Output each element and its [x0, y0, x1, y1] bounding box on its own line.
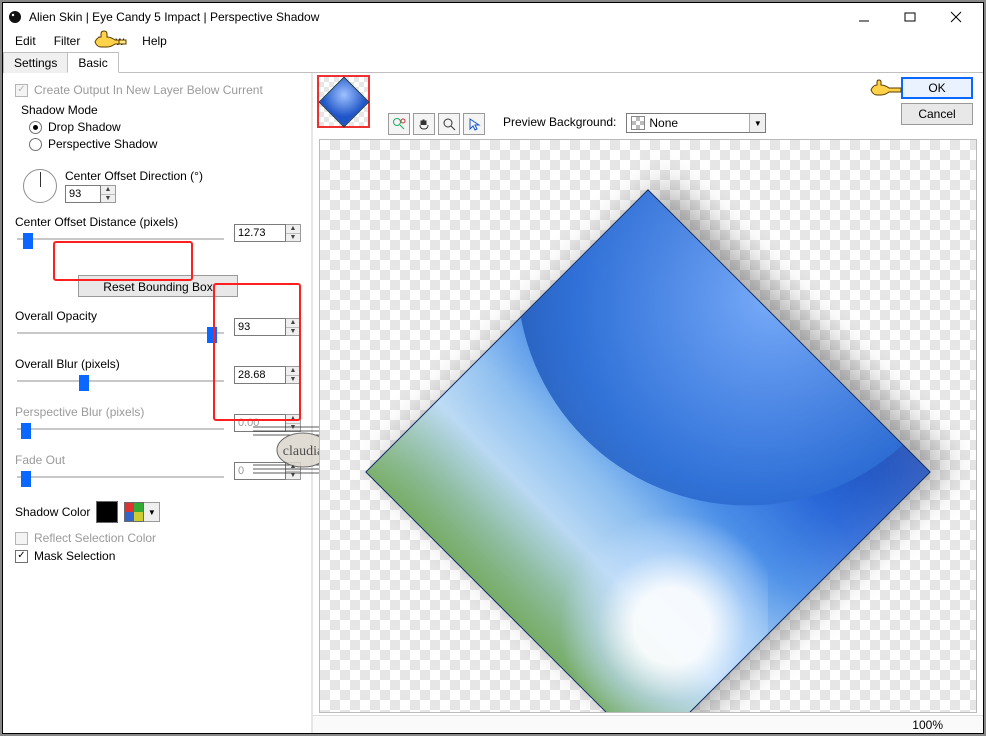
close-button[interactable]	[933, 4, 979, 30]
overall-blur-slider[interactable]	[17, 375, 224, 387]
fade-out-spinner: ▲▼	[286, 462, 301, 480]
radio-perspective-shadow[interactable]	[29, 138, 42, 151]
center-offset-distance-spinner[interactable]: ▲▼	[286, 224, 301, 242]
fade-out-slider	[17, 471, 224, 483]
center-offset-distance-slider[interactable]	[17, 233, 224, 245]
shadow-mode-label: Shadow Mode	[21, 103, 301, 117]
basic-panel: Create Output In New Layer Below Current…	[3, 73, 311, 733]
center-offset-distance-label: Center Offset Distance (pixels)	[15, 215, 226, 229]
shadow-color-swatch[interactable]	[96, 501, 118, 523]
menu-edit[interactable]: Edit	[7, 32, 44, 50]
preview-background-select[interactable]: None ▼	[626, 113, 766, 133]
zoom-level: 100%	[912, 718, 943, 732]
app-window: Alien Skin | Eye Candy 5 Impact | Perspe…	[2, 2, 984, 734]
preview-background-value: None	[649, 116, 749, 130]
fade-out-label: Fade Out	[15, 453, 226, 467]
highlight-values	[213, 283, 301, 421]
shadow-color-dropdown[interactable]: ▼	[144, 502, 160, 522]
menubar: Edit Filter View Help	[3, 31, 983, 51]
preview-background-label: Preview Background:	[503, 115, 616, 129]
preview-canvas[interactable]	[319, 139, 977, 713]
shadow-color-palette[interactable]	[124, 502, 144, 522]
statusbar: 100%	[313, 715, 983, 733]
cancel-button[interactable]: Cancel	[901, 103, 973, 125]
reflect-selection-label: Reflect Selection Color	[34, 531, 156, 545]
titlebar: Alien Skin | Eye Candy 5 Impact | Perspe…	[3, 3, 983, 31]
perspective-blur-label: Perspective Blur (pixels)	[15, 405, 226, 419]
mask-selection-label: Mask Selection	[34, 549, 115, 563]
pointer-hand-icon	[869, 79, 903, 101]
preview-thumbnail[interactable]	[317, 75, 370, 128]
center-offset-direction-dial[interactable]	[23, 169, 57, 203]
center-offset-direction-label: Center Offset Direction (°)	[65, 169, 203, 183]
transparency-icon	[631, 116, 645, 130]
center-offset-direction-spinner[interactable]: ▲▼	[101, 185, 116, 203]
overall-blur-label: Overall Blur (pixels)	[15, 357, 226, 371]
app-icon	[7, 9, 23, 25]
window-title: Alien Skin | Eye Candy 5 Impact | Perspe…	[29, 10, 841, 24]
tab-basic[interactable]: Basic	[67, 52, 118, 73]
create-output-checkbox	[15, 84, 28, 97]
overall-opacity-label: Overall Opacity	[15, 309, 226, 323]
hand-tool-icon[interactable]	[413, 113, 435, 135]
ok-button[interactable]: OK	[901, 77, 973, 99]
menu-filter[interactable]: Filter	[46, 32, 89, 50]
chevron-down-icon: ▼	[749, 114, 765, 132]
pointer-tool-icon[interactable]	[463, 113, 485, 135]
zoom-tool-icon[interactable]	[438, 113, 460, 135]
create-output-label: Create Output In New Layer Below Current	[34, 83, 263, 97]
highlight-direction	[53, 241, 193, 281]
center-offset-distance-input[interactable]	[234, 224, 286, 242]
mask-selection-checkbox[interactable]	[15, 550, 28, 563]
fit-tool-icon[interactable]	[388, 113, 410, 135]
reflect-selection-checkbox	[15, 532, 28, 545]
maximize-button[interactable]	[887, 4, 933, 30]
perspective-blur-slider	[17, 423, 224, 435]
tabbar: Settings Basic	[3, 51, 983, 73]
radio-drop-shadow-label: Drop Shadow	[48, 120, 121, 134]
menu-help[interactable]: Help	[134, 32, 175, 50]
center-offset-direction-input[interactable]	[65, 185, 101, 203]
tab-settings[interactable]: Settings	[3, 52, 68, 73]
minimize-button[interactable]	[841, 4, 887, 30]
overall-opacity-slider[interactable]	[17, 327, 224, 339]
shadow-color-label: Shadow Color	[15, 505, 90, 519]
preview-toolbar: Preview Background: None ▼ OK Cancel	[313, 73, 983, 135]
fade-out-input	[234, 462, 286, 480]
cancel-button-label: Cancel	[918, 107, 955, 121]
radio-drop-shadow[interactable]	[29, 121, 42, 134]
image-preview	[365, 189, 931, 713]
ok-button-label: OK	[928, 81, 945, 95]
radio-perspective-shadow-label: Perspective Shadow	[48, 137, 157, 151]
